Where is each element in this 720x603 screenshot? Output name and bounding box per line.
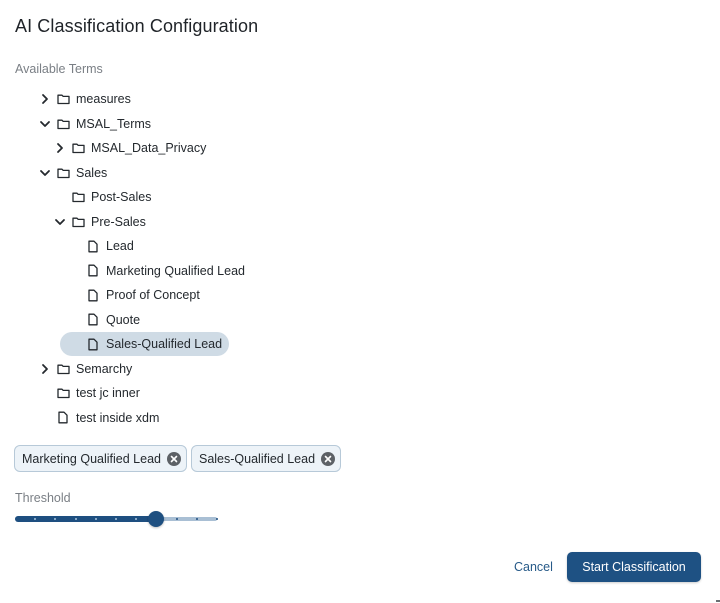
slider-step-mark [216,518,218,520]
file-icon [86,313,100,327]
dialog-title: AI Classification Configuration [15,16,259,36]
tree-item-label: Marketing Qualified Lead [106,263,245,278]
start-classification-button[interactable]: Start Classification [567,552,701,582]
tree-item[interactable]: measures [38,87,131,111]
tree-item[interactable]: Quote [68,308,140,332]
file-icon [86,239,100,253]
tree-item[interactable]: MSAL_Data_Privacy [53,136,206,160]
tree-item-label: Sales-Qualified Lead [106,337,223,351]
folder-icon [56,117,70,131]
tree-item[interactable]: Sales-Qualified Lead [60,332,230,356]
folder-icon [56,92,70,106]
tree-item[interactable]: Post-Sales [53,185,151,209]
folder-icon [56,386,70,400]
available-terms-label: Available Terms [15,62,103,76]
tree-item-label: test jc inner [76,386,140,400]
selected-terms-chips: Marketing Qualified Lead Sales-Qualified … [14,445,342,472]
tree-item[interactable]: Marketing Qualified Lead [68,259,245,283]
chevron-right-icon[interactable] [38,362,52,376]
threshold-label: Threshold [15,491,71,505]
tree-item-label: Pre-Sales [91,214,146,229]
folder-icon [71,141,85,155]
tree-item-label: Post-Sales [91,190,152,204]
chevron-right-icon[interactable] [38,92,52,106]
chevron-down-icon[interactable] [38,117,52,131]
slider-step-mark [175,518,178,520]
chip-label: Marketing Qualified Lead [22,451,161,466]
tree-item-label: Lead [106,239,134,253]
file-icon [86,264,100,278]
file-icon [86,337,100,351]
tree-item-label: Proof of Concept [106,288,200,302]
tree-item[interactable]: Pre-Sales [53,210,146,234]
tree-item-label: measures [76,92,131,106]
tree-item-label: Quote [106,312,141,327]
chevron-right-icon[interactable] [53,141,67,155]
threshold-slider[interactable] [15,510,218,528]
tree-item[interactable]: Proof of Concept [68,283,200,307]
tree-item[interactable]: test jc inner [38,381,140,405]
selected-term-chip: Marketing Qualified Lead [14,445,187,472]
chevron-down-icon[interactable] [53,215,67,229]
tree-item[interactable]: Semarchy [38,357,132,381]
tree-item-label: MSAL_Terms [76,116,152,131]
tree-item[interactable]: Lead [68,234,134,258]
folder-icon [71,215,85,229]
close-circle-icon[interactable] [321,451,336,466]
tree-item-label: test inside xdm [76,410,160,425]
tree-item[interactable]: Sales [38,161,107,185]
tree-item[interactable]: test inside xdm [38,406,159,430]
slider-thumb[interactable] [148,511,165,527]
chip-label: Sales-Qualified Lead [198,451,316,466]
cancel-button[interactable]: Cancel [507,555,560,579]
selected-term-chip: Sales-Qualified Lead [190,445,342,472]
slider-step-mark [195,518,198,520]
slider-step-mark [74,518,77,520]
close-circle-icon[interactable] [166,451,181,466]
slider-step-mark [115,518,117,520]
tree-item-label: MSAL_Data_Privacy [91,141,207,155]
tree-item-label: Sales [76,165,108,180]
file-icon [86,288,100,302]
file-icon [56,411,70,425]
chevron-down-icon[interactable] [38,166,52,180]
folder-icon [56,362,70,376]
folder-icon [71,190,85,204]
slider-step-mark [94,518,97,520]
tree-item[interactable]: MSAL_Terms [38,112,151,136]
folder-icon [56,166,70,180]
resize-handle [716,600,720,602]
tree-item-label: Semarchy [76,361,133,376]
